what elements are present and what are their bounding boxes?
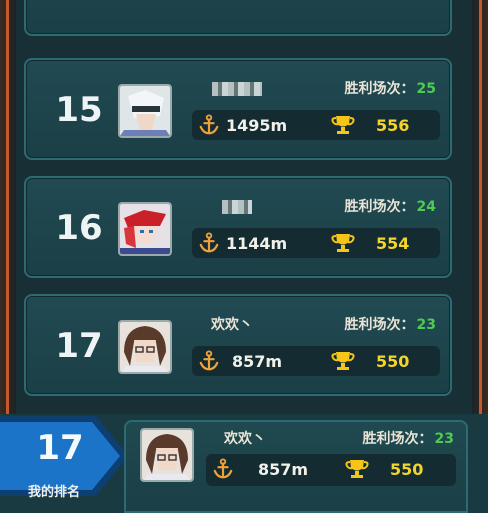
censored-name bbox=[212, 82, 262, 96]
score-value: 550 bbox=[390, 460, 424, 479]
stats-bar: 1144m 554 bbox=[192, 228, 440, 258]
trophy-icon bbox=[331, 352, 355, 370]
wins-stat: 胜利场次： 23 bbox=[363, 428, 454, 448]
censored-name bbox=[222, 200, 252, 214]
anchor-icon bbox=[199, 114, 219, 135]
leaderboard-entry[interactable]: 16 胜利场次： 24 1144m 554 bbox=[24, 176, 452, 278]
score-value: 556 bbox=[376, 116, 410, 135]
score-value: 550 bbox=[376, 352, 410, 371]
wins-value: 23 bbox=[434, 431, 454, 447]
stats-bar: 857m 550 bbox=[206, 454, 456, 486]
trophy-icon bbox=[331, 234, 355, 252]
distance-value: 1495m bbox=[226, 116, 288, 135]
trophy-icon bbox=[345, 460, 369, 478]
my-rank-card[interactable]: 欢欢丶 胜利场次： 23 857m 550 bbox=[124, 420, 468, 513]
stats-bar: 857m 550 bbox=[192, 346, 440, 376]
distance-value: 1144m bbox=[226, 234, 288, 253]
wins-label: 胜利场次： bbox=[344, 317, 415, 333]
wins-label: 胜利场次： bbox=[362, 431, 433, 447]
wins-stat: 胜利场次： 23 bbox=[345, 314, 436, 334]
wins-value: 23 bbox=[416, 317, 436, 333]
anchor-icon bbox=[213, 458, 233, 479]
score-value: 554 bbox=[376, 234, 410, 253]
distance-value: 857m bbox=[258, 460, 309, 479]
leaderboard-card-partial bbox=[24, 0, 452, 36]
avatar[interactable] bbox=[140, 428, 194, 482]
my-rank-number: 17 bbox=[36, 428, 84, 468]
avatar[interactable] bbox=[118, 84, 172, 138]
rank-number: 15 bbox=[55, 90, 103, 130]
distance-value: 857m bbox=[232, 352, 283, 371]
my-rank-label: 我的排名 bbox=[28, 485, 81, 500]
wins-label: 胜利场次： bbox=[344, 199, 415, 215]
stats-bar: 1495m 556 bbox=[192, 110, 440, 140]
player-name: 欢欢丶 bbox=[224, 431, 266, 447]
wins-stat: 胜利场次： 24 bbox=[345, 196, 436, 216]
avatar[interactable] bbox=[118, 320, 172, 374]
avatar[interactable] bbox=[118, 202, 172, 256]
anchor-icon bbox=[199, 232, 219, 253]
wins-value: 25 bbox=[416, 81, 436, 97]
wins-label: 胜利场次： bbox=[344, 81, 415, 97]
wins-value: 24 bbox=[416, 199, 436, 215]
player-name: 欢欢丶 bbox=[211, 317, 253, 333]
leaderboard-entry[interactable]: 17 欢欢丶 胜利场次： 23 857m 550 bbox=[24, 294, 452, 396]
anchor-icon bbox=[199, 350, 219, 371]
rank-number: 17 bbox=[55, 326, 103, 366]
wins-stat: 胜利场次： 25 bbox=[345, 78, 436, 98]
trophy-icon bbox=[331, 116, 355, 134]
rank-number: 16 bbox=[55, 208, 103, 248]
leaderboard-entry[interactable]: 15 胜利场次： 25 1495m 556 bbox=[24, 58, 452, 160]
